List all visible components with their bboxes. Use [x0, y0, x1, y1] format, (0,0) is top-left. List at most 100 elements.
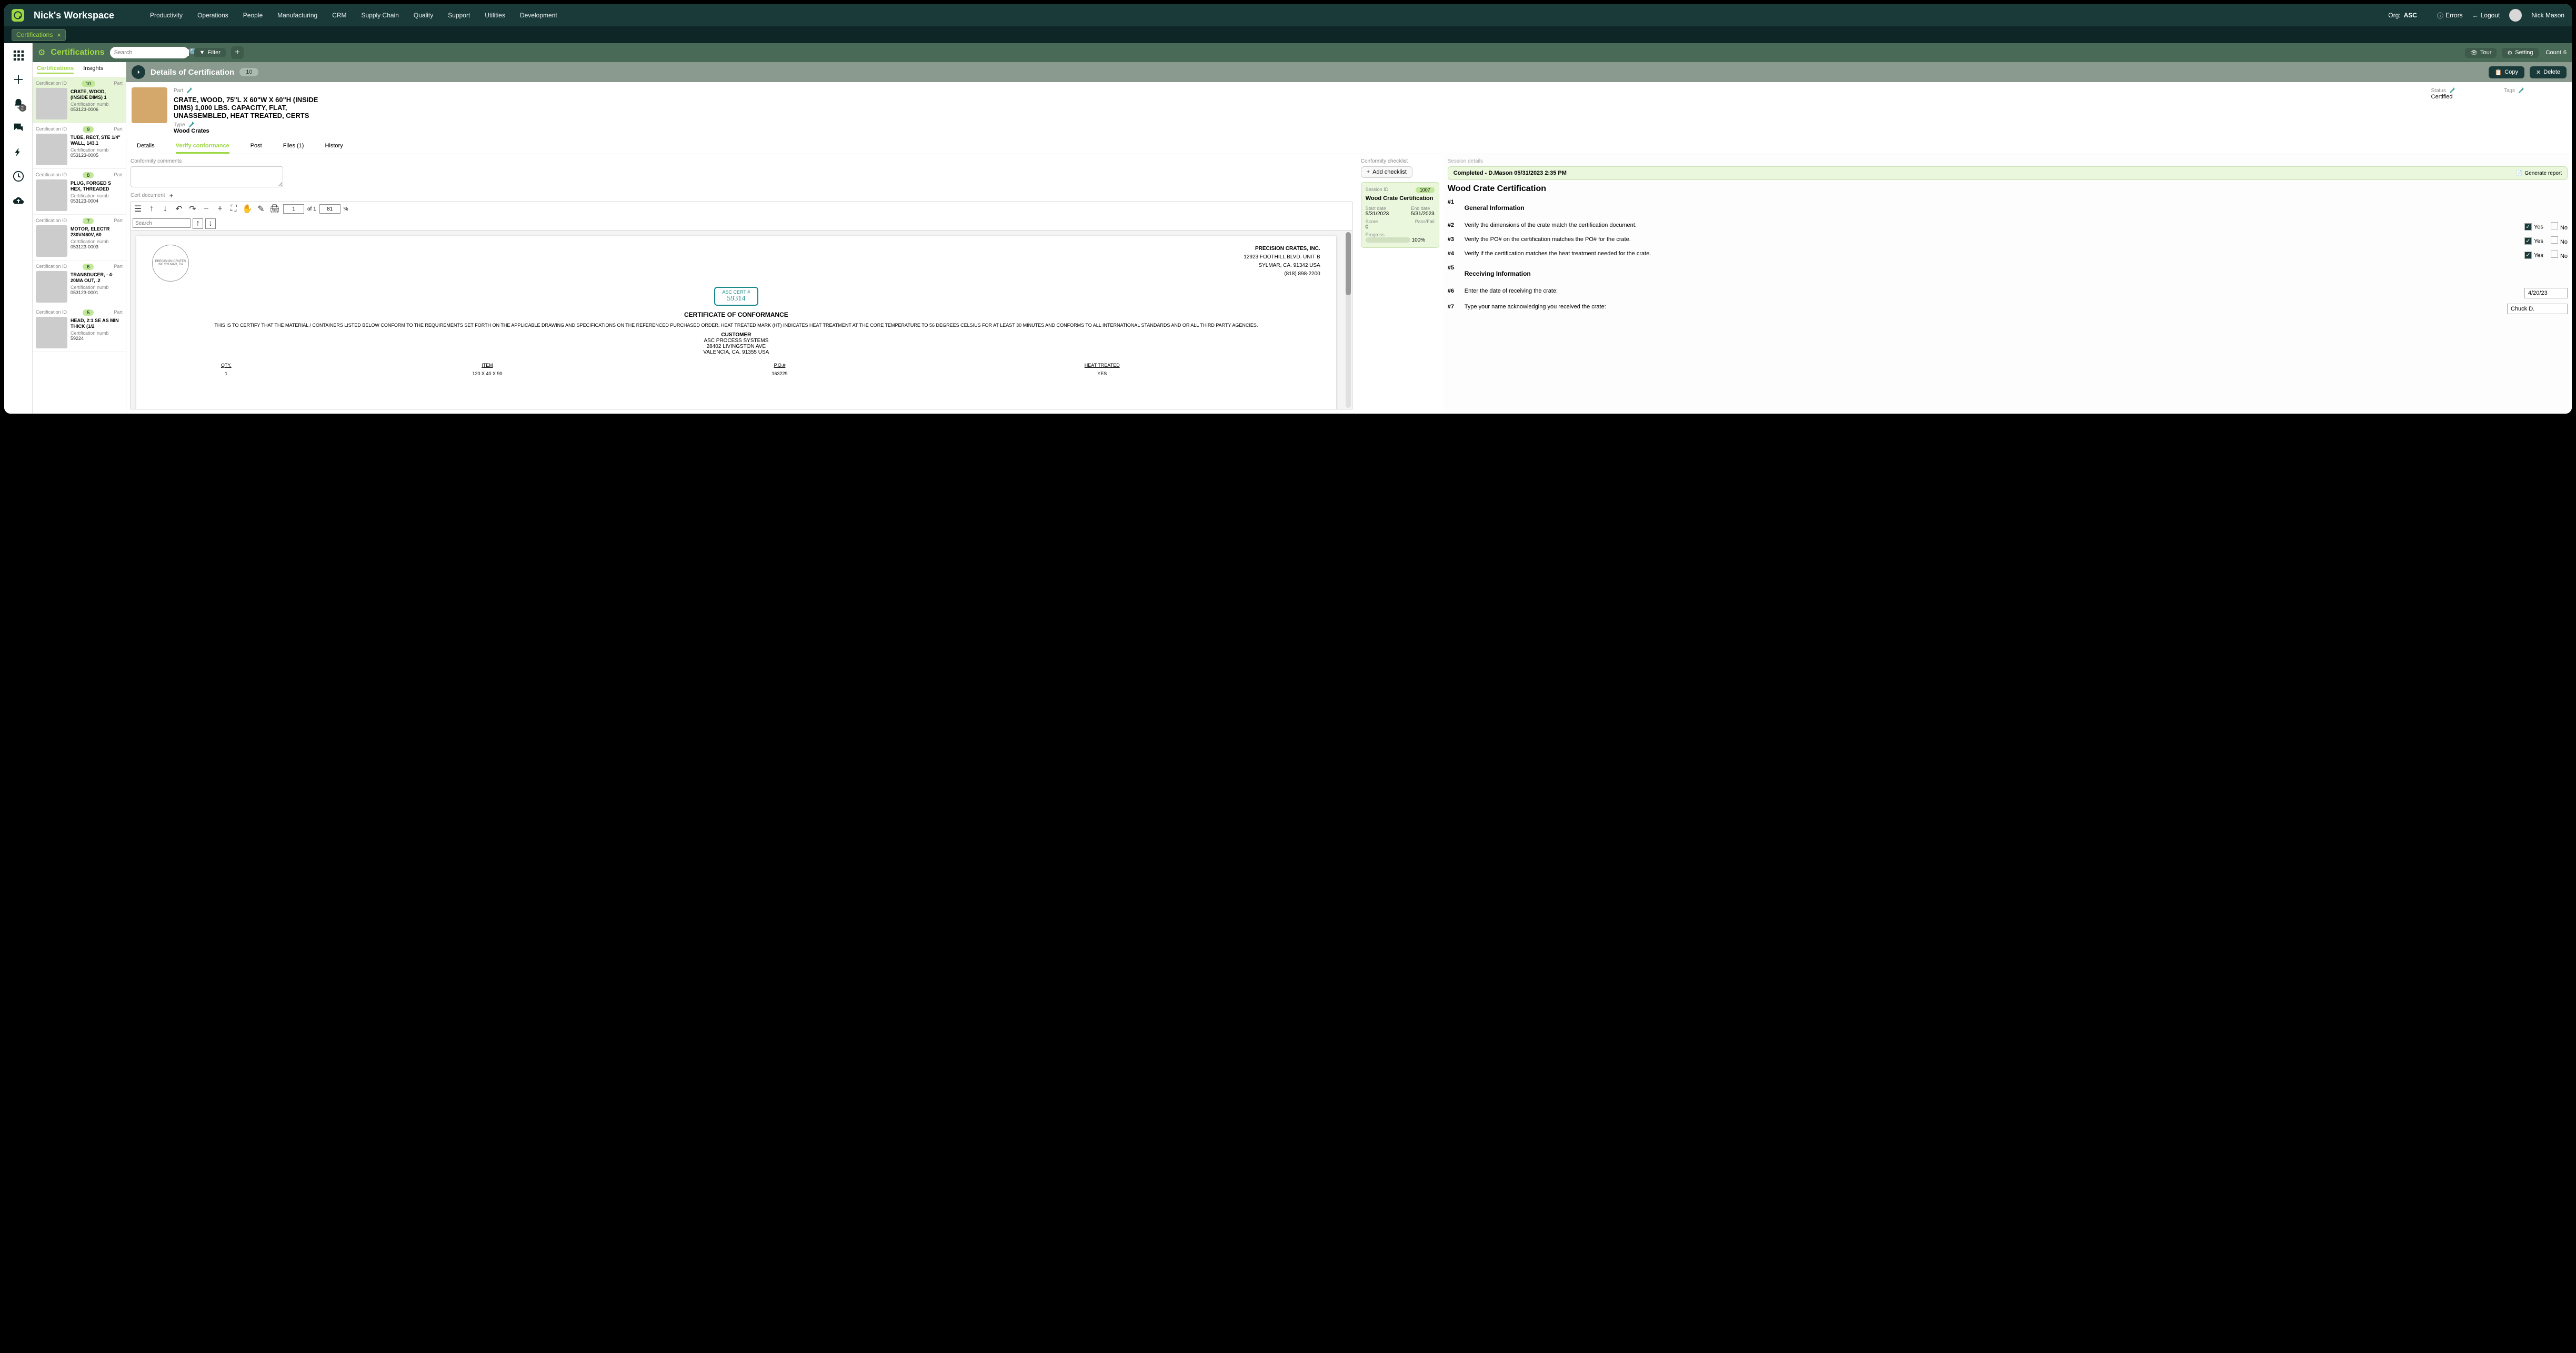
tab-certifications[interactable]: Certifications× — [12, 29, 66, 41]
no-checkbox[interactable] — [2551, 236, 2558, 244]
apps-icon[interactable] — [13, 49, 24, 61]
page-input[interactable] — [283, 204, 304, 214]
zoom-input[interactable] — [319, 204, 340, 214]
cert-card[interactable]: Certification ID8PartPLUG, FORGED S HEX,… — [33, 169, 126, 215]
detail-tab-post[interactable]: Post — [250, 139, 262, 154]
draw-icon[interactable]: ✎ — [256, 204, 266, 214]
up-icon[interactable]: ↑ — [146, 204, 157, 214]
nav-supply-chain[interactable]: Supply Chain — [362, 12, 399, 19]
tags-label: Tags — [2504, 87, 2524, 94]
cert-card[interactable]: Certification ID5PartHEAD, 2:1 SE AS MIN… — [33, 306, 126, 352]
yes-checkbox[interactable]: ✓ — [2524, 252, 2532, 259]
progress-bar — [1366, 237, 1410, 243]
cert-card[interactable]: Certification ID6PartTRANSDUCER, - 4-20M… — [33, 260, 126, 306]
nav-development[interactable]: Development — [520, 12, 557, 19]
pdf-scrollbar[interactable] — [1346, 232, 1351, 408]
generate-report-button[interactable]: 📄 Generate report — [2516, 171, 2562, 176]
copy-button[interactable]: 📋 Copy — [2489, 66, 2524, 78]
rotate-left-icon[interactable]: ↶ — [174, 204, 184, 214]
upload-icon[interactable] — [13, 195, 24, 206]
tab-close-icon[interactable]: × — [57, 31, 61, 39]
cert-card[interactable]: Certification ID9PartTUBE, RECT, STE 1/4… — [33, 123, 126, 169]
section-heading: Receiving Information — [1465, 270, 1531, 277]
answer-input[interactable] — [2524, 288, 2568, 298]
tour-button[interactable]: 👁 Tour — [2465, 48, 2497, 58]
nav-people[interactable]: People — [243, 12, 263, 19]
pdf-customer-label: CUSTOMER — [152, 332, 1320, 338]
pdf-search-input[interactable] — [133, 218, 191, 228]
add-checklist-button[interactable]: + Add checklist — [1361, 166, 1412, 178]
nav-crm[interactable]: CRM — [332, 12, 346, 19]
nav-support[interactable]: Support — [448, 12, 470, 19]
question-text: Verify the PO# on the certification matc… — [1465, 236, 2519, 243]
zoom-in-icon[interactable]: + — [215, 204, 225, 214]
list-tab-insights[interactable]: Insights — [83, 65, 103, 74]
logout-button[interactable]: ← Logout — [2472, 12, 2500, 19]
detail-tab-verify-conformance[interactable]: Verify conformance — [176, 139, 229, 154]
cert-card[interactable]: Certification ID7PartMOTOR, ELECTR 230V/… — [33, 215, 126, 260]
setting-button[interactable]: ⚙ Setting — [2502, 48, 2538, 58]
cert-id-badge: 6 — [83, 264, 94, 270]
delete-button[interactable]: ✕ Delete — [2530, 66, 2567, 78]
errors-button[interactable]: ⓘ Errors — [2437, 11, 2463, 20]
no-checkbox[interactable] — [2551, 222, 2558, 229]
detail-tab-details[interactable]: Details — [137, 139, 155, 154]
filter-button[interactable]: ▼ Filter — [194, 48, 226, 57]
answer-input[interactable] — [2507, 304, 2568, 314]
yes-checkbox[interactable]: ✓ — [2524, 223, 2532, 230]
session-card[interactable]: Session ID1007 Wood Crate Certification … — [1361, 182, 1439, 248]
cert-number: 053123-0004 — [71, 198, 123, 204]
add-doc-icon[interactable]: + — [169, 192, 174, 199]
pdf-cust1: ASC PROCESS SYSTEMS — [152, 338, 1320, 344]
edit-icon[interactable] — [2449, 87, 2455, 94]
pdf-addr2: SYLMAR, CA. 91342 USA — [1244, 262, 1320, 270]
question-number: #7 — [1448, 304, 1459, 310]
part-thumbnail — [36, 317, 67, 348]
no-checkbox[interactable] — [2551, 250, 2558, 258]
nav-quality[interactable]: Quality — [414, 12, 433, 19]
detail-tab-files----[interactable]: Files (1) — [283, 139, 304, 154]
session-details-label: Session details — [1448, 158, 2568, 164]
activity-icon[interactable] — [13, 146, 24, 158]
detail-tab-history[interactable]: History — [325, 139, 343, 154]
edit-icon[interactable] — [188, 122, 195, 128]
search-down-icon[interactable]: ↓ — [205, 218, 216, 229]
search-box[interactable]: 🔍 — [110, 47, 189, 58]
detail-summary: Part CRATE, WOOD, 75"L X 60"W X 60"H (IN… — [126, 82, 2572, 139]
nav-operations[interactable]: Operations — [197, 12, 228, 19]
zoom-out-icon[interactable]: − — [201, 204, 212, 214]
print-icon[interactable]: 🖨 — [269, 204, 280, 214]
search-input[interactable] — [114, 49, 189, 56]
list-tab-certifications[interactable]: Certifications — [37, 65, 74, 74]
fit-icon[interactable]: ⛶ — [228, 204, 239, 214]
left-rail: 2 — [4, 43, 33, 414]
pdf-body: THIS IS TO CERTIFY THAT THE MATERIAL / C… — [163, 323, 1310, 328]
nav-utilities[interactable]: Utilities — [485, 12, 505, 19]
menu-icon[interactable]: ☰ — [133, 204, 143, 214]
status-label: Status — [2431, 87, 2455, 94]
nav-productivity[interactable]: Productivity — [150, 12, 183, 19]
collapse-icon[interactable] — [132, 65, 145, 79]
comments-input[interactable] — [131, 166, 283, 187]
clock-icon[interactable] — [13, 171, 24, 182]
yes-checkbox[interactable]: ✓ — [2524, 237, 2532, 245]
user-avatar[interactable] — [2509, 9, 2522, 22]
edit-icon[interactable] — [2518, 87, 2524, 94]
chat-icon[interactable] — [13, 122, 24, 134]
edit-icon[interactable] — [186, 87, 193, 94]
cert-card[interactable]: Certification ID10PartCRATE, WOOD, (INSI… — [33, 77, 126, 123]
rotate-right-icon[interactable]: ↷ — [187, 204, 198, 214]
bell-icon[interactable]: 2 — [13, 98, 24, 109]
nav-manufacturing[interactable]: Manufacturing — [277, 12, 317, 19]
down-icon[interactable]: ↓ — [160, 204, 171, 214]
hand-icon[interactable]: ✋ — [242, 204, 253, 214]
add-button[interactable]: + — [231, 46, 244, 59]
add-icon[interactable] — [13, 74, 24, 85]
question-text: Type your name acknowledging you receive… — [1465, 304, 2502, 310]
question-text: Verify the dimensions of the crate match… — [1465, 222, 2519, 228]
pdf-viewer[interactable]: PRECISION CRATES INC SYLMAR, CA PRECISIO… — [131, 230, 1352, 409]
search-up-icon[interactable]: ↑ — [193, 218, 203, 229]
detail-header: Details of Certification 10 📋 Copy ✕ Del… — [126, 62, 2572, 82]
cert-number: 053123-0005 — [71, 153, 123, 158]
page-of: of 1 — [307, 206, 316, 212]
